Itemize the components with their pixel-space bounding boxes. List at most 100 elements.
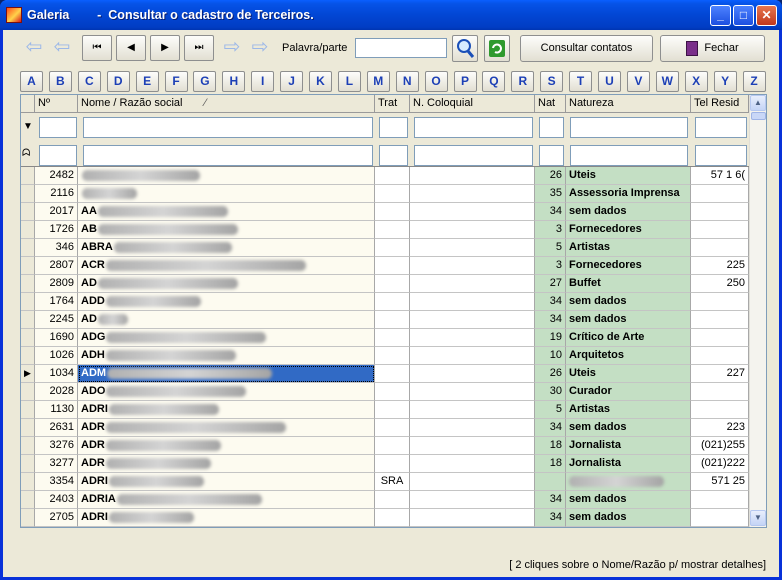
cell-trat[interactable] — [375, 185, 410, 203]
cell-trat[interactable] — [375, 383, 410, 401]
cell-natureza[interactable]: Jornalista — [566, 455, 691, 473]
cell-coloquial[interactable] — [410, 365, 535, 383]
row-indicator[interactable] — [21, 347, 35, 365]
cell-nat[interactable]: 10 — [535, 347, 566, 365]
cell-num[interactable]: 2631 — [35, 419, 78, 437]
cell-nat[interactable] — [535, 473, 566, 491]
cell-num[interactable]: 1034 — [35, 365, 78, 383]
cell-nat[interactable]: 34 — [535, 491, 566, 509]
cell-coloquial[interactable] — [410, 275, 535, 293]
filter-natureza-input[interactable] — [570, 117, 688, 138]
cell-num[interactable]: 346 — [35, 239, 78, 257]
row-indicator[interactable] — [21, 185, 35, 203]
cell-trat[interactable] — [375, 275, 410, 293]
letter-button-i[interactable]: I — [251, 71, 275, 92]
cell-name[interactable] — [78, 167, 375, 185]
cell-tel[interactable]: 57 1 6( — [691, 167, 749, 185]
cell-num[interactable]: 1690 — [35, 329, 78, 347]
cell-name[interactable]: AD — [78, 275, 375, 293]
cell-trat[interactable] — [375, 455, 410, 473]
cell-name[interactable]: ACR — [78, 257, 375, 275]
cell-trat[interactable] — [375, 203, 410, 221]
cell-nat[interactable]: 35 — [535, 185, 566, 203]
cell-name[interactable]: AA — [78, 203, 375, 221]
cell-name[interactable]: ADH — [78, 347, 375, 365]
refresh-button[interactable] — [484, 35, 510, 62]
table-row[interactable]: 346 ABRA 5 Artistas — [21, 239, 749, 257]
table-row[interactable]: 2482 26 Uteis 57 1 6( — [21, 167, 749, 185]
cell-coloquial[interactable] — [410, 167, 535, 185]
cell-coloquial[interactable] — [410, 185, 535, 203]
table-row[interactable]: ▶ 1034 ADM 26 Uteis 227 — [21, 365, 749, 383]
row-indicator[interactable] — [21, 329, 35, 347]
letter-button-y[interactable]: Y — [713, 71, 737, 92]
cell-nat[interactable]: 18 — [535, 455, 566, 473]
cell-name[interactable]: ADRI — [78, 473, 375, 491]
search-tel-input[interactable] — [695, 145, 747, 166]
table-row[interactable]: 2017 AA 34 sem dados — [21, 203, 749, 221]
col-header-natureza[interactable]: Natureza — [566, 95, 691, 113]
letter-button-e[interactable]: E — [135, 71, 159, 92]
cell-nat[interactable]: 19 — [535, 329, 566, 347]
search-name-input[interactable] — [83, 145, 373, 166]
cell-num[interactable]: 2403 — [35, 491, 78, 509]
scroll-down-icon[interactable]: ▼ — [750, 510, 766, 526]
letter-button-k[interactable]: K — [309, 71, 332, 92]
cell-trat[interactable] — [375, 419, 410, 437]
letter-button-m[interactable]: M — [366, 71, 390, 92]
cell-coloquial[interactable] — [410, 203, 535, 221]
search-button[interactable] — [452, 35, 478, 62]
cell-natureza[interactable]: Assessoria Imprensa — [566, 185, 691, 203]
table-row[interactable]: 1764 ADD 34 sem dados — [21, 293, 749, 311]
letter-button-r[interactable]: R — [511, 71, 535, 92]
cell-natureza[interactable]: sem dados — [566, 311, 691, 329]
row-indicator[interactable] — [21, 509, 35, 527]
last-record-button[interactable]: ⏭ — [184, 35, 214, 61]
cell-name[interactable]: ADRI — [78, 401, 375, 419]
cell-nat[interactable]: 27 — [535, 275, 566, 293]
close-window-button[interactable]: ✕ — [756, 5, 777, 26]
cell-coloquial[interactable] — [410, 491, 535, 509]
filter-nat-input[interactable] — [539, 117, 564, 138]
cell-tel[interactable] — [691, 203, 749, 221]
cell-tel[interactable]: (021)255 — [691, 437, 749, 455]
cell-name[interactable]: ADG — [78, 329, 375, 347]
back-double-arrow-icon[interactable]: ⇦ — [22, 35, 46, 61]
cell-natureza[interactable]: Curador — [566, 383, 691, 401]
search-num-input[interactable] — [39, 145, 77, 166]
cell-num[interactable]: 2017 — [35, 203, 78, 221]
filter-num-input[interactable] — [39, 117, 77, 138]
cell-coloquial[interactable] — [410, 311, 535, 329]
table-row[interactable]: 1026 ADH 10 Arquitetos — [21, 347, 749, 365]
col-header-coloquial[interactable]: N. Coloquial — [410, 95, 535, 113]
cell-natureza[interactable]: Uteis — [566, 167, 691, 185]
letter-button-x[interactable]: X — [684, 71, 708, 92]
cell-trat[interactable] — [375, 347, 410, 365]
cell-coloquial[interactable] — [410, 329, 535, 347]
cell-tel[interactable] — [691, 185, 749, 203]
letter-button-g[interactable]: G — [193, 71, 217, 92]
cell-nat[interactable]: 34 — [535, 509, 566, 527]
cell-trat[interactable] — [375, 167, 410, 185]
letter-button-c[interactable]: C — [77, 71, 101, 92]
cell-trat[interactable] — [375, 329, 410, 347]
horizontal-scrollbar[interactable]: ◀ ▶ — [21, 527, 766, 528]
cell-nat[interactable]: 3 — [535, 221, 566, 239]
cell-tel[interactable] — [691, 509, 749, 527]
cell-trat[interactable] — [375, 437, 410, 455]
letter-button-d[interactable]: D — [106, 71, 130, 92]
cell-natureza[interactable]: sem dados — [566, 491, 691, 509]
cell-natureza[interactable]: Buffet — [566, 275, 691, 293]
cell-trat[interactable]: SRA — [375, 473, 410, 491]
cell-num[interactable]: 1026 — [35, 347, 78, 365]
cell-num[interactable]: 2245 — [35, 311, 78, 329]
table-row[interactable]: 3354 ADRI SRA 571 25 — [21, 473, 749, 491]
cell-tel[interactable] — [691, 401, 749, 419]
cell-coloquial[interactable] — [410, 455, 535, 473]
grid-corner-icon[interactable] — [21, 95, 35, 113]
forward-arrow-icon[interactable]: ⇨ — [220, 35, 244, 61]
scroll-left-icon[interactable]: ◀ — [21, 527, 37, 528]
cell-tel[interactable] — [691, 347, 749, 365]
row-indicator[interactable] — [21, 419, 35, 437]
table-row[interactable]: 2809 AD 27 Buffet 250 — [21, 275, 749, 293]
